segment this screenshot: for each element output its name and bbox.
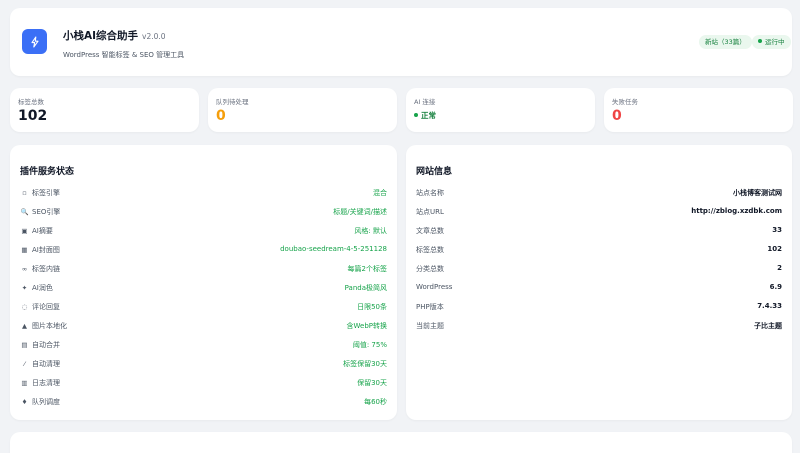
tag-icon: ▫ (22, 189, 27, 197)
row-value: 保留30天 (357, 379, 387, 387)
stat-label: 标签总数 (18, 98, 44, 106)
stat-value: 102 (18, 108, 48, 124)
row-value: 每60秒 (364, 398, 387, 406)
row-key: ◌ 评论回复 (21, 303, 60, 311)
queue-icon: ♦ (21, 398, 28, 406)
plugin-row: ▦ AI封面图 doubao-seedream-4-5-251128 (20, 245, 387, 259)
row-key: 站点名称 (416, 189, 444, 197)
row-value: 33 (772, 226, 782, 234)
row-value: 阈值: 75% (352, 341, 387, 349)
row-key: PHP版本 (416, 303, 444, 311)
plugin-row: ♦ 队列调度 每60秒 (20, 397, 387, 411)
row-key: ▦ AI封面图 (21, 246, 60, 254)
plugin-row: ✦ AI润色 Panda极简风 (20, 283, 387, 297)
row-key: ▲ 图片本地化 (22, 322, 67, 330)
row-key: ▥ 日志清理 (21, 379, 60, 387)
stat-value: 0 (216, 108, 226, 124)
plugin-row: ◌ 评论回复 日限50条 (20, 302, 387, 316)
row-value: doubao-seedream-4-5-251128 (280, 245, 387, 253)
row-value: 6.9 (769, 283, 782, 291)
status-dot-icon (758, 39, 762, 43)
site-row: 分类总数 2 (416, 264, 782, 278)
panel-title: 插件服务状态 (20, 167, 75, 177)
row-value: 每篇2个标签 (347, 265, 387, 273)
site-info-panel: 网站信息 站点名称 小栈博客测试网站点URL http://zblog.xzdbk.… (406, 145, 792, 420)
site-badge: 新站（33篇） (699, 35, 752, 49)
plugin-row: ⁄ 自动清理 标签保留30天 (20, 359, 387, 373)
header-card: 小栈AI综合助手 v2.0.0 WordPress 智能标签 & SEO 管理工具… (10, 8, 792, 76)
search-icon: 🔍 (20, 208, 29, 216)
plugin-status-panel: 插件服务状态 ▫ 标签引擎 混合 🔍 SEO引擎 标题/关键词/描述 ▣ AI摘要 风格: 默认… (10, 145, 397, 420)
row-key: ♦ 队列调度 (21, 398, 60, 406)
bottom-card (10, 432, 792, 453)
row-value: Panda极简风 (344, 284, 387, 292)
row-value: 含WebP转换 (346, 322, 387, 330)
plugin-row: ▥ 日志清理 保留30天 (20, 378, 387, 392)
site-row: 标签总数 102 (416, 245, 782, 259)
row-value: 混合 (373, 189, 387, 197)
app-title: 小栈AI综合助手 v2.0.0 (63, 30, 166, 42)
stat-card-tags: 标签总数 102 (10, 88, 199, 132)
plugin-row: ▤ 自动合并 阈值: 75% (20, 340, 387, 354)
plugin-row: ∞ 标签内链 每篇2个标签 (20, 264, 387, 278)
stat-value: 0 (612, 108, 622, 124)
row-value: http://zblog.xzdbk.com (691, 207, 782, 215)
site-row: 站点名称 小栈博客测试网 (416, 188, 782, 202)
comment-icon: ◌ (21, 303, 28, 311)
status-dot-icon (414, 113, 418, 117)
plugin-row: ▣ AI摘要 风格: 默认 (20, 226, 387, 240)
status-badge: 运行中 (752, 35, 791, 49)
site-row: 站点URL http://zblog.xzdbk.com (416, 207, 782, 221)
plugin-row: ▲ 图片本地化 含WebP转换 (20, 321, 387, 335)
cover-icon: ▦ (21, 246, 28, 254)
summary-icon: ▣ (21, 227, 28, 235)
row-value: 风格: 默认 (354, 227, 387, 235)
app-subtitle: WordPress 智能标签 & SEO 管理工具 (63, 51, 185, 59)
broom-icon: ⁄ (23, 360, 26, 368)
row-key: ▫ 标签引擎 (20, 188, 60, 198)
row-value: 子比主题 (754, 322, 782, 330)
row-key: 标签总数 (416, 246, 444, 254)
row-key: ▤ 自动合并 (21, 341, 60, 349)
panel-title: 网站信息 (416, 167, 453, 177)
row-value: 2 (777, 264, 782, 272)
stat-label: 失败任务 (612, 98, 638, 106)
row-key: 站点URL (416, 208, 444, 216)
log-icon: ▥ (21, 379, 28, 387)
merge-icon: ▤ (21, 341, 28, 349)
row-key: ∞ 标签内链 (21, 265, 60, 273)
site-row: 当前主题 子比主题 (416, 321, 782, 335)
link-icon: ∞ (21, 265, 28, 273)
image-icon: ▲ (22, 322, 27, 330)
plugin-row: 🔍 SEO引擎 标题/关键词/描述 (20, 207, 387, 221)
row-value: 102 (767, 245, 782, 253)
app-version: v2.0.0 (142, 32, 166, 41)
sparkle-icon: ✦ (21, 284, 28, 292)
row-value: 标题/关键词/描述 (333, 208, 387, 216)
row-key: 🔍 SEO引擎 (20, 208, 61, 216)
row-value: 标签保留30天 (343, 360, 387, 368)
row-key: WordPress (416, 283, 453, 291)
site-row: PHP版本 7.4.33 (416, 302, 782, 316)
row-value: 小栈博客测试网 (733, 189, 782, 197)
row-key: ▣ AI摘要 (21, 227, 53, 235)
row-key: 分类总数 (416, 265, 444, 273)
stat-label: 队列待处理 (216, 98, 249, 106)
plugin-row: ▫ 标签引擎 混合 (20, 188, 387, 202)
row-key: ⁄ 自动清理 (20, 359, 60, 369)
stat-card-failed: 失败任务 0 (604, 88, 793, 132)
stat-card-ai: AI 连接 正常 (406, 88, 595, 132)
ai-status: 正常 (414, 110, 436, 121)
row-key: 当前主题 (416, 322, 444, 330)
stat-card-queue: 队列待处理 0 (208, 88, 397, 132)
stat-label: AI 连接 (414, 98, 436, 106)
row-value: 日限50条 (357, 303, 387, 311)
site-row: 文章总数 33 (416, 226, 782, 240)
site-row: WordPress 6.9 (416, 283, 782, 297)
row-key: ✦ AI润色 (21, 284, 53, 292)
row-key: 文章总数 (416, 227, 444, 235)
row-value: 7.4.33 (757, 302, 782, 310)
lightning-icon (22, 29, 47, 54)
